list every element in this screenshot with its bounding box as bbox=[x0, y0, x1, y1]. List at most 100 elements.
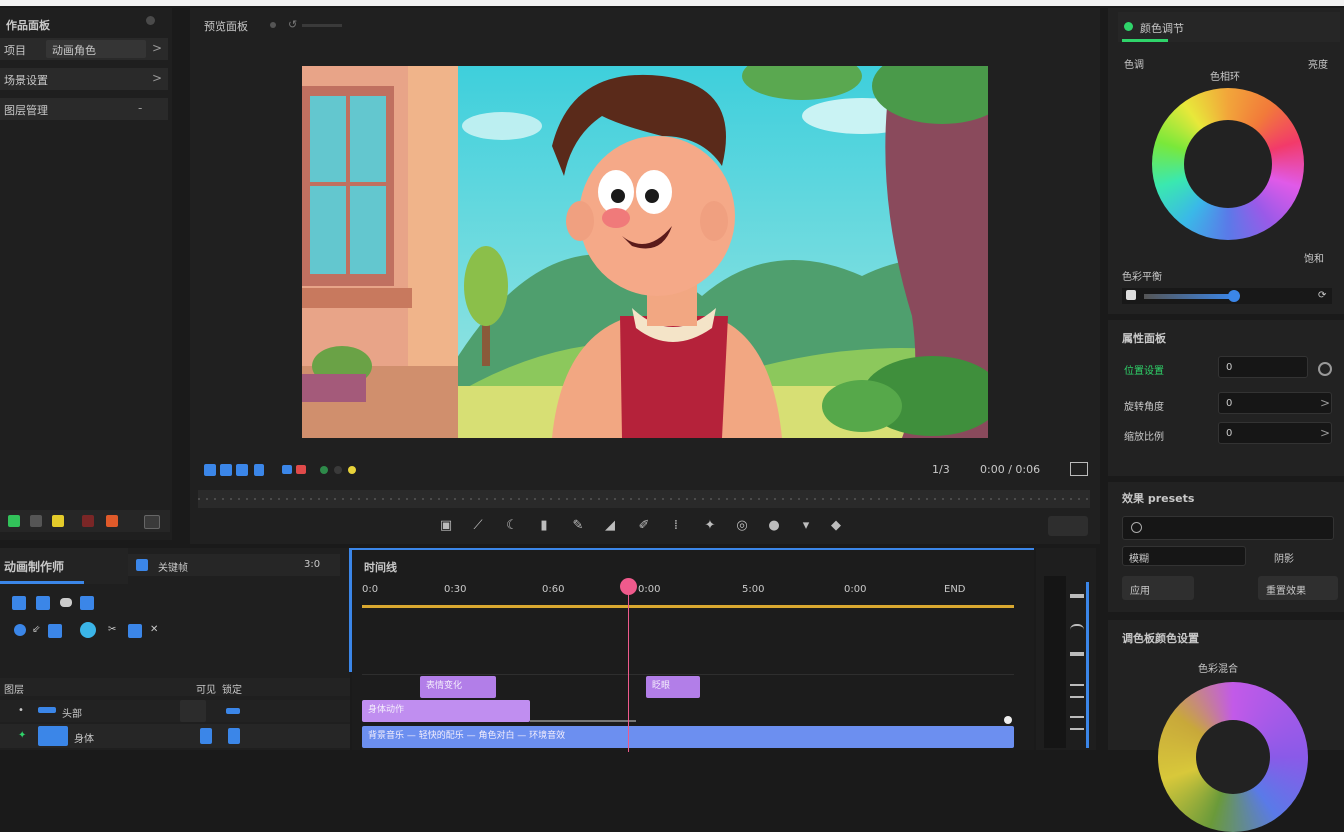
yellow-swatch-icon[interactable] bbox=[52, 515, 64, 527]
ruler-tick: 0:00 bbox=[844, 584, 867, 595]
ruler-tick: 0:0 bbox=[362, 584, 379, 595]
tool-blue-icon[interactable] bbox=[80, 596, 94, 610]
viewer-transport-right: 0:00 / 0:06 bbox=[980, 463, 1041, 476]
bucket-icon[interactable]: ● bbox=[766, 518, 782, 534]
export-button[interactable] bbox=[1048, 516, 1088, 536]
track-divider bbox=[362, 674, 1014, 675]
zoom-line-icon[interactable] bbox=[1070, 652, 1084, 656]
chevron-down-icon[interactable]: ▾ bbox=[798, 518, 814, 534]
timeline-ruler[interactable]: 0:0 0:30 0:60 0:00 5:00 0:00 END bbox=[362, 584, 1022, 598]
palette-panel: 调色板颜色设置 色彩混合 bbox=[1108, 620, 1344, 832]
split-icon[interactable]: ⁞ bbox=[668, 518, 684, 534]
screen-icon[interactable] bbox=[144, 515, 160, 529]
palette-sub: 色彩混合 bbox=[1198, 664, 1238, 675]
dot-green-icon[interactable] bbox=[320, 466, 328, 474]
work-area-bar[interactable] bbox=[362, 605, 1014, 608]
layer-blue-icon[interactable] bbox=[254, 464, 264, 476]
brush-icon[interactable]: ✎ bbox=[570, 518, 586, 534]
timeline-left-title: 动画制作师 bbox=[4, 560, 65, 574]
undo-icon[interactable]: ↺ bbox=[288, 18, 297, 31]
track-visibility[interactable] bbox=[200, 728, 212, 744]
color-sub-right: 亮度 bbox=[1308, 60, 1328, 71]
apply-button[interactable]: 应用 bbox=[1122, 576, 1194, 600]
clip-blink[interactable]: 眨眼 bbox=[646, 676, 700, 698]
viewer-time-readout: 1/3 bbox=[932, 463, 950, 476]
tool-blue-icon[interactable] bbox=[36, 596, 50, 610]
dot-yellow-icon[interactable] bbox=[348, 466, 356, 474]
slider-thumb[interactable] bbox=[1228, 290, 1240, 302]
reset-effects-button-label: 重置效果 bbox=[1266, 586, 1306, 597]
playhead-handle[interactable] bbox=[620, 578, 637, 595]
move-icon[interactable]: ✦ bbox=[702, 518, 718, 534]
panel-close-icon[interactable] bbox=[146, 16, 155, 25]
toggle-icon[interactable] bbox=[60, 598, 72, 607]
clip-audio[interactable]: 背景音乐 — 轻快的配乐 — 角色对白 — 环境音效 bbox=[362, 726, 1014, 748]
dot-gray-icon[interactable] bbox=[334, 466, 342, 474]
track-row-body[interactable]: ✦ 身体 bbox=[0, 724, 350, 748]
clip-body-motion[interactable]: 身体动作 bbox=[362, 700, 530, 722]
left-row-layers[interactable]: 图层管理 - bbox=[0, 98, 168, 120]
color-slider[interactable]: ⟳ bbox=[1122, 288, 1332, 304]
collapse-icon: - bbox=[138, 101, 143, 115]
link-icon[interactable]: ⇙ bbox=[32, 624, 40, 635]
playhead-line bbox=[628, 586, 629, 752]
prop-row-position[interactable]: 位置设置 0 bbox=[1118, 356, 1338, 380]
effects-search-field[interactable] bbox=[1122, 516, 1334, 540]
track-lock-icon[interactable] bbox=[228, 728, 240, 744]
reset-icon[interactable] bbox=[1318, 362, 1332, 376]
effects-field-left[interactable]: 模糊 bbox=[1122, 546, 1246, 566]
left-row-scene[interactable]: 场景设置 > bbox=[0, 68, 168, 90]
scrubber-bar[interactable] bbox=[198, 490, 1090, 508]
reset-effects-button[interactable]: 重置效果 bbox=[1258, 576, 1338, 600]
marker-icon[interactable]: ▮ bbox=[536, 518, 552, 534]
tool-blue-icon[interactable] bbox=[12, 596, 26, 610]
color-blue-icon[interactable] bbox=[282, 465, 292, 474]
curve-icon[interactable]: ☾ bbox=[504, 518, 520, 534]
orange-swatch-icon[interactable] bbox=[106, 515, 118, 527]
frame-icon[interactable]: ▣ bbox=[438, 518, 454, 534]
color-sub-center: 色相环 bbox=[1210, 72, 1240, 83]
track-lock-icon[interactable] bbox=[226, 708, 240, 714]
effects-panel: 效果 presets 模糊 阴影 应用 重置效果 bbox=[1108, 482, 1344, 612]
prop-row-rotation[interactable]: 旋转角度 0 > bbox=[1118, 392, 1338, 416]
track-visibility[interactable] bbox=[180, 700, 206, 722]
prop-field[interactable] bbox=[1218, 422, 1332, 444]
shield-icon[interactable]: ◆ bbox=[828, 518, 844, 534]
layer-blue-icon[interactable] bbox=[220, 464, 232, 476]
record-icon[interactable] bbox=[14, 624, 26, 636]
layer-blue-icon[interactable] bbox=[204, 464, 216, 476]
track-row-head[interactable]: • 头部 bbox=[0, 700, 350, 722]
fullscreen-icon[interactable] bbox=[1070, 462, 1088, 476]
left-row-project[interactable]: 项目 动画角色 > bbox=[0, 38, 168, 60]
tool-blue-icon[interactable] bbox=[128, 624, 142, 638]
left-row-project-label: 项目 bbox=[4, 44, 26, 57]
layer-blue-icon[interactable] bbox=[236, 464, 248, 476]
tool-blue-icon[interactable] bbox=[48, 624, 62, 638]
keyframe-tab[interactable]: 关键帧 3:0 bbox=[128, 554, 340, 576]
checkbox-icon[interactable] bbox=[136, 559, 148, 571]
prop-field[interactable] bbox=[1218, 392, 1332, 414]
shape-icon[interactable]: ◢ bbox=[602, 518, 618, 534]
list-icon[interactable] bbox=[1070, 716, 1084, 730]
scissors-icon[interactable]: ✂ bbox=[108, 624, 116, 635]
slider-label: 色彩平衡 bbox=[1122, 272, 1162, 283]
grid-icon[interactable] bbox=[30, 515, 42, 527]
green-swatch-icon[interactable] bbox=[8, 515, 20, 527]
red-swatch-icon[interactable] bbox=[82, 515, 94, 527]
target-icon[interactable]: ◎ bbox=[734, 518, 750, 534]
list-icon[interactable] bbox=[1070, 684, 1084, 698]
timeline-scrollbar[interactable] bbox=[1044, 576, 1066, 748]
close-icon[interactable]: ✕ bbox=[150, 624, 158, 635]
timeline-scroll-thumb[interactable] bbox=[1086, 582, 1089, 748]
canvas-preview[interactable] bbox=[302, 66, 988, 438]
palette-title: 调色板颜色设置 bbox=[1122, 632, 1199, 645]
color-wheel-hole bbox=[1184, 120, 1272, 208]
arc-icon[interactable] bbox=[1070, 624, 1084, 632]
prop-row-scale[interactable]: 缩放比例 0 > bbox=[1118, 422, 1338, 446]
circle-tool-icon[interactable] bbox=[80, 622, 96, 638]
pen-icon[interactable]: ✐ bbox=[636, 518, 652, 534]
zoom-line-icon[interactable] bbox=[1070, 594, 1084, 598]
clip-expression[interactable]: 表情变化 bbox=[420, 676, 496, 698]
cut-icon[interactable]: ⟋ bbox=[470, 518, 486, 534]
color-red-icon[interactable] bbox=[296, 465, 306, 474]
